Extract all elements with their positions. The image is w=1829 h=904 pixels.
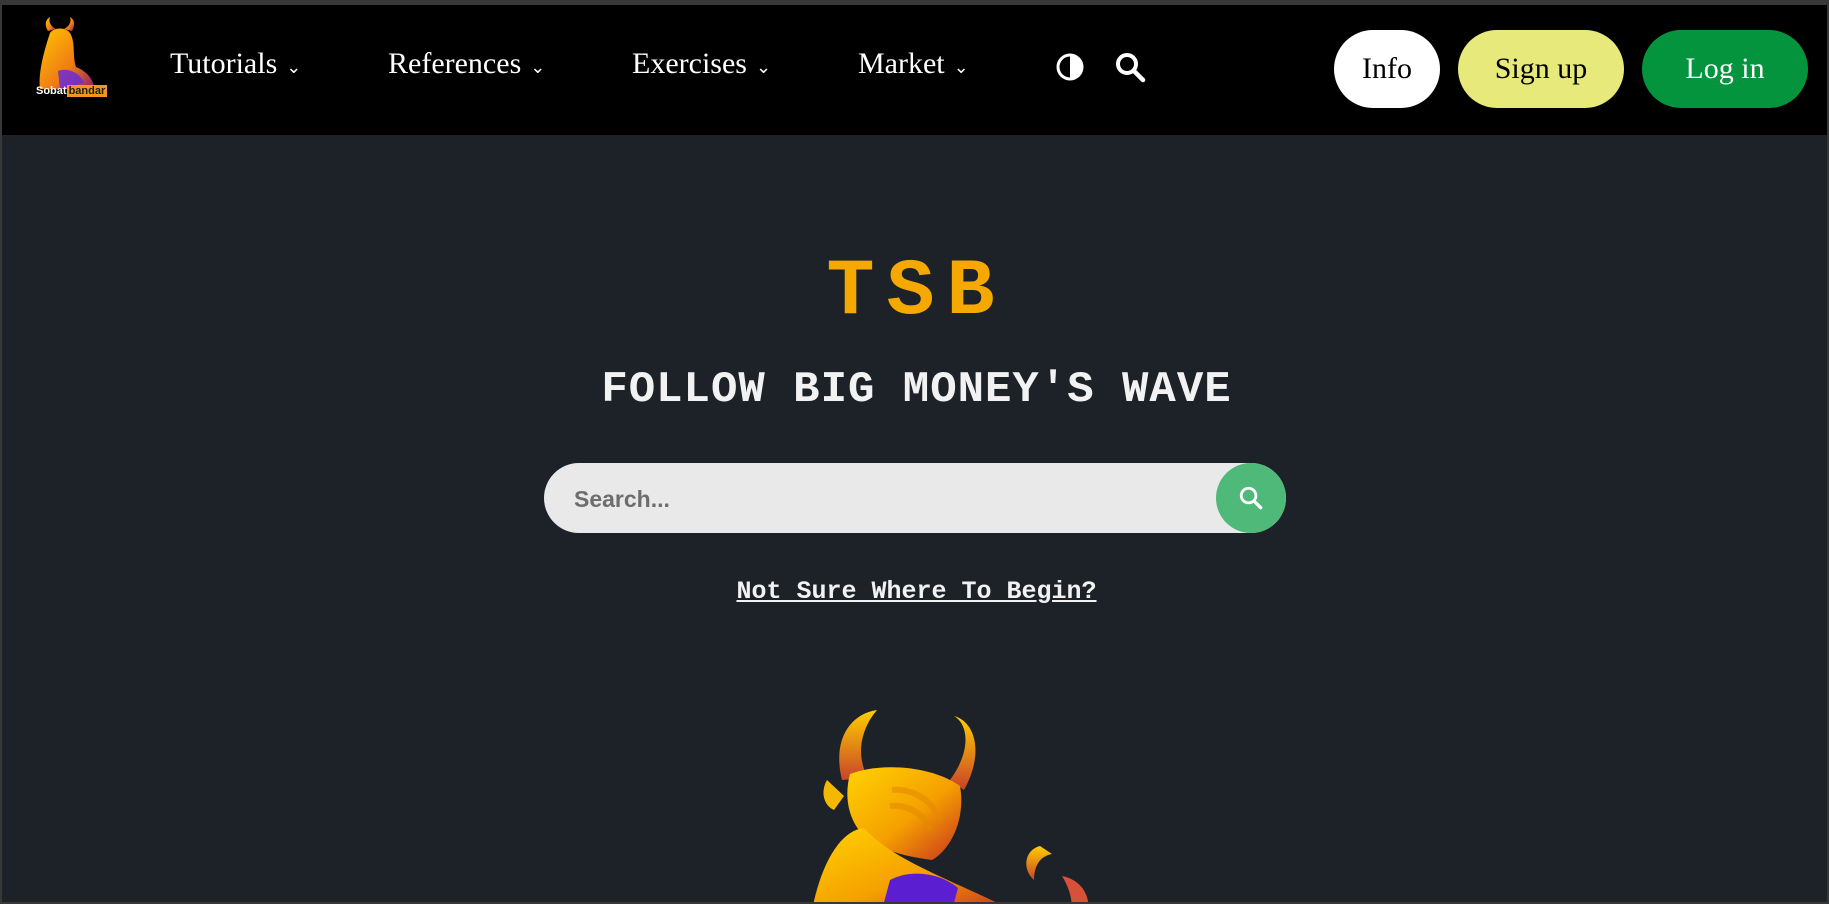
nav-item-market[interactable]: Market ⌄ [858, 47, 969, 81]
chevron-down-icon: ⌄ [530, 56, 546, 77]
chevron-down-icon: ⌄ [286, 56, 302, 77]
not-sure-where-to-begin-link[interactable]: Not Sure Where To Begin? [2, 577, 1827, 606]
nav-item-tutorials[interactable]: Tutorials ⌄ [170, 47, 301, 81]
search-icon [1239, 486, 1263, 510]
search-input[interactable] [572, 463, 1196, 535]
hero-subtitle: FOLLOW BIG MONEY'S WAVE [601, 365, 1232, 415]
hero-search-bar [544, 463, 1286, 535]
browser-viewport: Sobat bandar Tutorials ⌄ References ⌄ Exe… [2, 5, 1827, 902]
search-button[interactable] [1216, 463, 1286, 533]
bull-illustration-icon [813, 710, 1088, 902]
info-button[interactable]: Info [1334, 30, 1440, 108]
contrast-icon[interactable] [1054, 51, 1086, 83]
nav-item-label: Exercises [632, 47, 747, 80]
logo-name-accent: bandar [66, 85, 108, 97]
search-icon[interactable] [1114, 51, 1146, 83]
login-button[interactable]: Log in [1642, 30, 1808, 108]
logo-wordmark: Sobat bandar [36, 85, 108, 97]
chevron-down-icon: ⌄ [755, 56, 772, 77]
nav-item-references[interactable]: References ⌄ [388, 47, 545, 81]
chevron-down-icon: ⌄ [953, 56, 969, 77]
nav-item-exercises[interactable]: Exercises ⌄ [632, 47, 771, 81]
top-navigation-bar: Sobat bandar Tutorials ⌄ References ⌄ Exe… [2, 5, 1827, 135]
nav-item-label: Tutorials [170, 47, 278, 80]
nav-item-label: References [388, 47, 522, 80]
hero-title: TSB [826, 247, 1007, 338]
logo-name: Sobat [36, 85, 67, 97]
nav-item-label: Market [858, 47, 945, 80]
signup-button[interactable]: Sign up [1458, 30, 1624, 108]
